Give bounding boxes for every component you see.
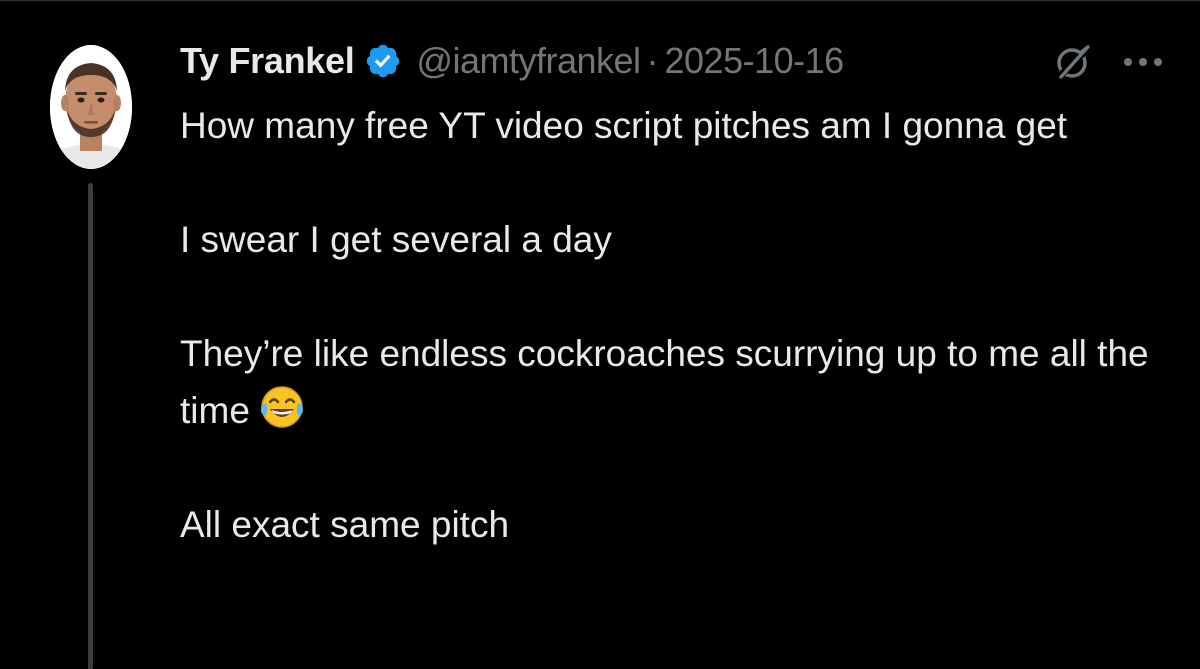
tears-of-joy-emoji-icon (258, 383, 306, 431)
avatar[interactable] (50, 45, 132, 169)
tweet-line-4: All exact same pitch (180, 504, 510, 545)
more-options-icon[interactable] (1118, 47, 1168, 77)
tweet-line-2: I swear I get several a day (180, 219, 612, 260)
grok-icon[interactable] (1052, 43, 1092, 83)
tweet-date[interactable]: 2025-10-16 (665, 40, 845, 82)
thread-line (88, 183, 93, 669)
author-name[interactable]: Ty Frankel (180, 40, 355, 82)
author-handle[interactable]: @iamtyfrankel (416, 40, 641, 82)
separator-dot: · (646, 40, 659, 81)
tweet-line-1: How many free YT video script pitches am… (180, 105, 1068, 146)
tweet-text: How many free YT video script pitches am… (180, 97, 1180, 553)
tweet-header: Ty Frankel @iamtyfrankel · 2025-10-16 (180, 35, 844, 87)
tweet-line-3-wrapper: They’re like endless cockroaches scurryi… (180, 325, 1180, 439)
tweet-line-3: They’re like endless cockroaches scurryi… (180, 333, 1149, 431)
verified-badge-icon[interactable] (364, 42, 402, 80)
tweet[interactable]: Ty Frankel @iamtyfrankel · 2025-10-16 Ho… (0, 0, 1200, 669)
